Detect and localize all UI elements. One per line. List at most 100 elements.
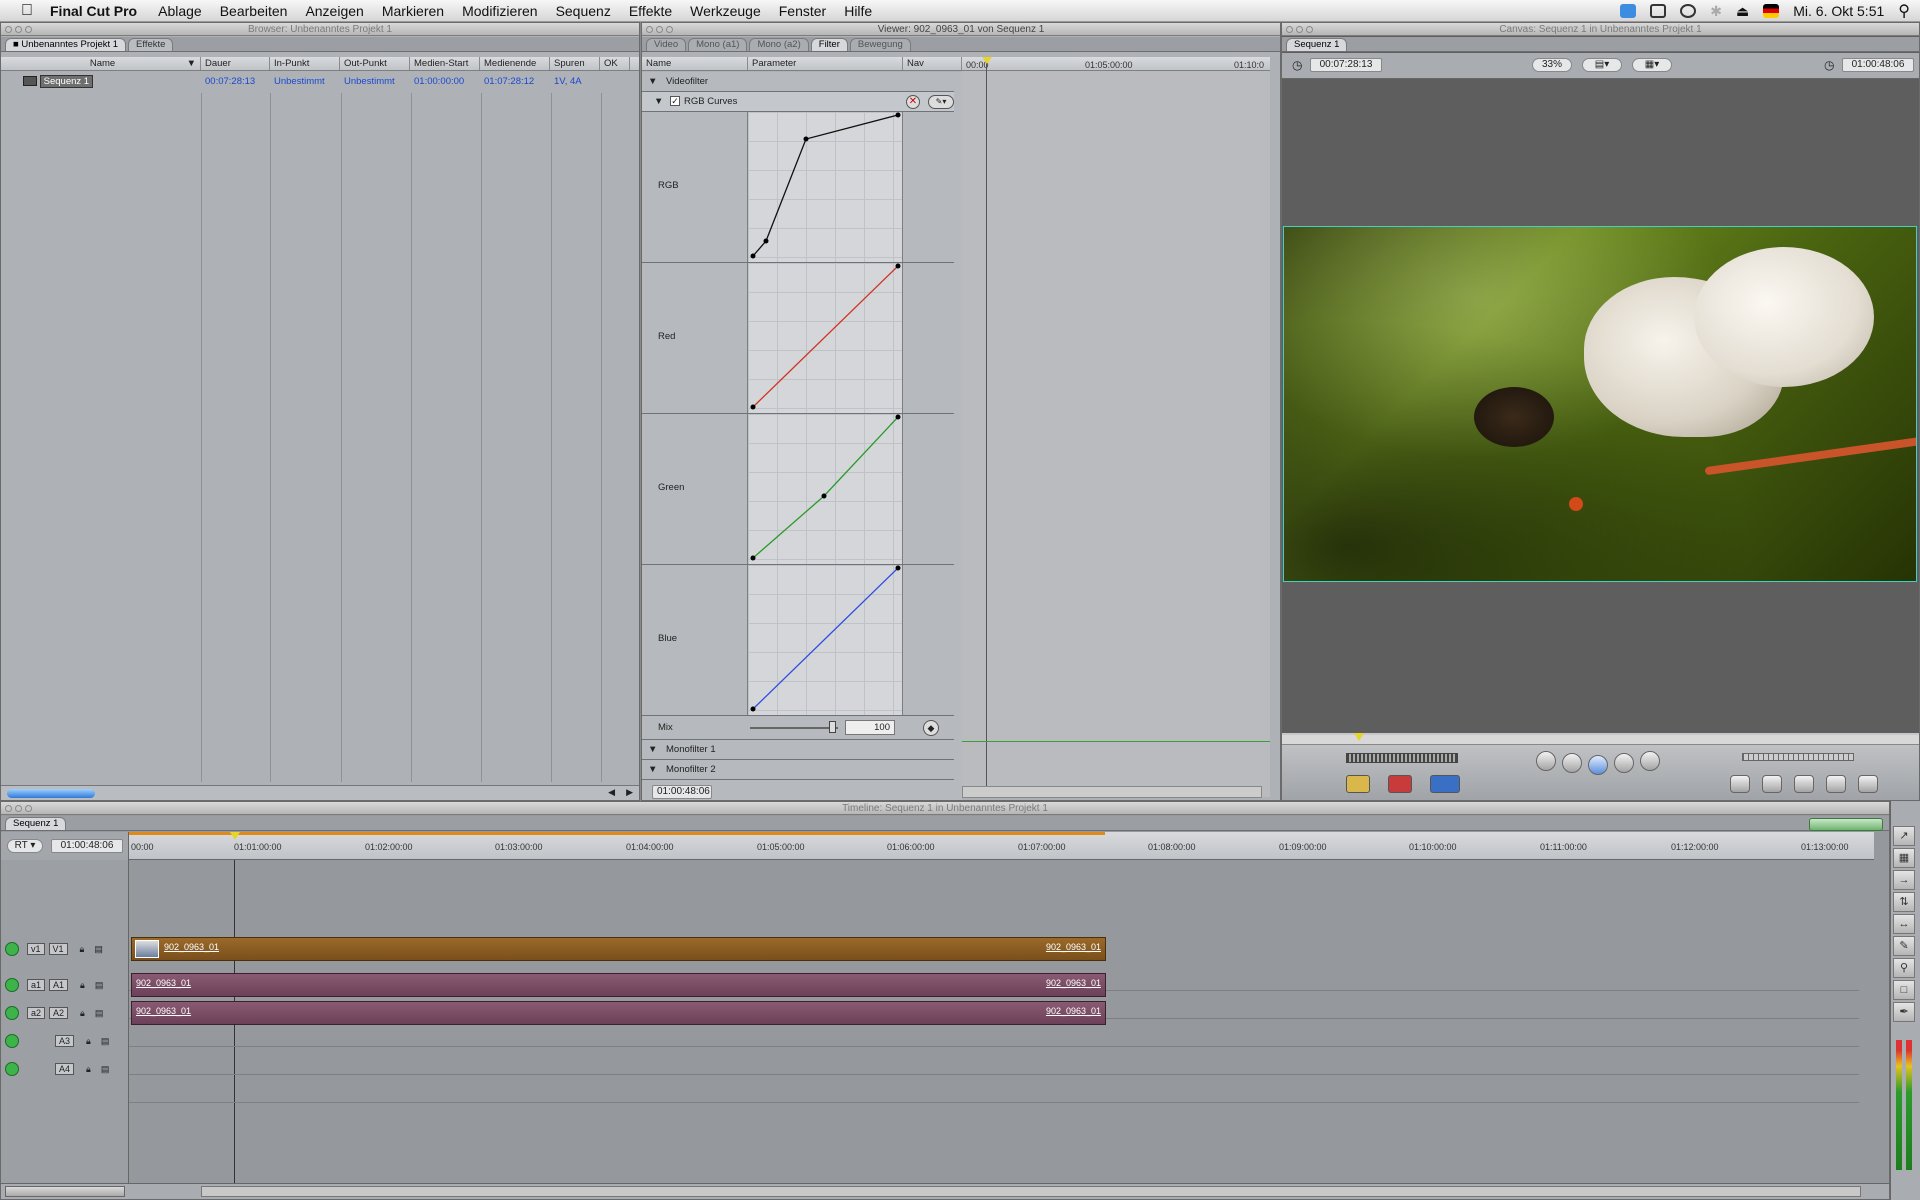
mark-clip-icon[interactable] [1762,775,1782,793]
col-in-punkt[interactable]: In-Punkt [270,57,340,70]
scroll-right-arrow-icon[interactable]: ▶ [626,787,633,798]
track-visibility-icon[interactable] [5,942,19,956]
slip-tool-icon[interactable]: ↔ [1893,914,1915,934]
zoom-button[interactable] [25,26,32,33]
insert-edit-button[interactable] [1346,775,1370,793]
tab-mono-a1[interactable]: Mono (a1) [688,38,748,51]
timeline-ruler[interactable]: 00:00 01:01:00:00 01:02:00:00 01:03:00:0… [129,832,1874,860]
curve-graph-rgb[interactable] [747,112,903,262]
col-ok[interactable]: OK [600,57,630,70]
zoom-button[interactable] [1306,26,1313,33]
app-menu[interactable]: Final Cut Pro [50,3,137,19]
audio-enable-icon[interactable] [5,1006,19,1020]
eject-icon[interactable]: ⏏ [1736,3,1749,20]
zoom-button[interactable] [25,805,32,812]
curve-graph-blue[interactable] [747,565,903,715]
zoom-popup[interactable]: 33% [1532,58,1572,72]
view-popup[interactable]: ▤▾ [1582,58,1622,72]
disclosure-triangle-icon[interactable]: ▼ [648,764,657,775]
curve-green[interactable] [748,414,904,564]
scroll-left-arrow-icon[interactable]: ◀ [608,787,615,798]
disclosure-triangle-icon[interactable]: ▼ [654,96,663,107]
dest-track-v1[interactable]: V1 [48,943,68,955]
roll-tool-icon[interactable]: ⇅ [1893,892,1915,912]
reset-filter-icon[interactable]: ✕ [906,95,920,109]
playhead-line[interactable] [986,57,987,797]
shuttle-control[interactable] [1346,753,1458,763]
tab-bewegung[interactable]: Bewegung [849,38,911,51]
spaces-icon[interactable] [1650,4,1667,18]
match-frame-icon[interactable] [1730,775,1750,793]
col-spuren[interactable]: Spuren [550,57,600,70]
overlay-popup[interactable]: ▦▾ [1632,58,1672,72]
auto-select-icon[interactable]: ▤ [95,980,104,991]
video-clip[interactable]: 902_0963_01 902_0963_01 [131,937,1106,961]
col-out-punkt[interactable]: Out-Punkt [340,57,410,70]
minimize-button[interactable] [656,26,663,33]
menu-werkzeuge[interactable]: Werkzeuge [690,3,761,19]
mix-slider-track[interactable] [750,727,838,729]
mix-slider-thumb[interactable] [829,721,836,733]
auto-select-icon[interactable]: ▤ [101,1064,110,1075]
overwrite-edit-button[interactable] [1388,775,1412,793]
col-dauer[interactable]: Dauer [201,57,270,70]
tab-video[interactable]: Video [646,38,687,51]
timeline-hscrollbar[interactable] [201,1186,1861,1197]
pen-tool-icon[interactable]: ✒ [1893,1002,1915,1022]
jog-control[interactable] [1742,753,1854,761]
lock-icon[interactable]: 🔒︎ [80,1008,85,1019]
auto-select-icon[interactable]: ▤ [94,944,103,955]
keyframe-graph-area[interactable]: 00:00 01:05:00:00 01:10:0 [962,57,1270,797]
disclosure-triangle-icon[interactable]: ▼ [648,76,657,87]
close-button[interactable] [5,805,12,812]
auto-select-icon[interactable]: ▤ [101,1036,110,1047]
filter-enable-checkbox[interactable]: ✓ [670,96,680,106]
dest-track-a1[interactable]: A1 [49,979,69,991]
audio-enable-icon[interactable] [5,1034,19,1048]
play-in-to-out-icon[interactable] [1562,753,1582,773]
keyframe-button-icon[interactable]: ◆ [923,720,939,736]
curve-graph-red[interactable] [747,263,903,413]
keyframe-menu-icon[interactable]: ✎▾ [928,95,954,109]
curve-blue[interactable] [748,565,904,715]
curve-rgb[interactable] [748,112,904,262]
scroll-thumb[interactable] [7,789,95,798]
table-row[interactable]: Sequenz 1 00:07:28:13 Unbestimmt Unbesti… [1,74,600,89]
edit-selection-tool-icon[interactable]: ▦ [1893,848,1915,868]
menu-ablage[interactable]: Ablage [158,3,202,19]
zoom-button[interactable] [666,26,673,33]
playhead-marker-icon[interactable] [982,57,992,64]
zoom-tool-icon[interactable]: ⚲ [1893,958,1915,978]
bluetooth-icon[interactable]: ✱ [1710,3,1722,20]
disclosure-triangle-icon[interactable]: ▼ [648,744,657,755]
add-marker-icon[interactable] [1826,775,1846,793]
col-medienende[interactable]: Medienende [480,57,550,70]
close-button[interactable] [1286,26,1293,33]
replace-edit-button[interactable] [1430,775,1460,793]
menu-effekte[interactable]: Effekte [629,3,672,19]
canvas-scrubber[interactable] [1282,735,1919,745]
tab-project[interactable]: ■ Unbenanntes Projekt 1 [5,38,127,51]
tab-sequenz[interactable]: Sequenz 1 [1286,38,1348,51]
apple-menu-icon[interactable]:  [12,2,42,20]
go-to-start-icon[interactable] [1536,751,1556,771]
minimize-button[interactable] [15,26,22,33]
play-around-icon[interactable] [1614,753,1634,773]
clock[interactable]: Mi. 6. Okt 5:51 [1793,3,1884,19]
menu-bearbeiten[interactable]: Bearbeiten [220,3,288,19]
dest-track-a2[interactable]: A2 [49,1007,69,1019]
timeline-playhead-icon[interactable] [230,832,240,840]
mix-value-field[interactable]: 100 [845,720,895,735]
audio-clip-a1[interactable]: 902_0963_01 902_0963_01 [131,973,1106,997]
browser-hscrollbar[interactable]: ◀ ▶ [1,785,639,800]
selection-tool-icon[interactable]: ↗ [1893,826,1915,846]
track-select-tool-icon[interactable]: → [1893,870,1915,890]
menu-markieren[interactable]: Markieren [382,3,444,19]
viewer-hscrollbar[interactable] [962,786,1262,798]
source-patch-v1[interactable]: v1 [27,943,45,955]
crop-tool-icon[interactable]: □ [1893,980,1915,1000]
close-button[interactable] [646,26,653,33]
snapping-linking-buttons[interactable] [1809,818,1883,831]
curve-graph-green[interactable] [747,414,903,564]
go-to-end-icon[interactable] [1640,751,1660,771]
